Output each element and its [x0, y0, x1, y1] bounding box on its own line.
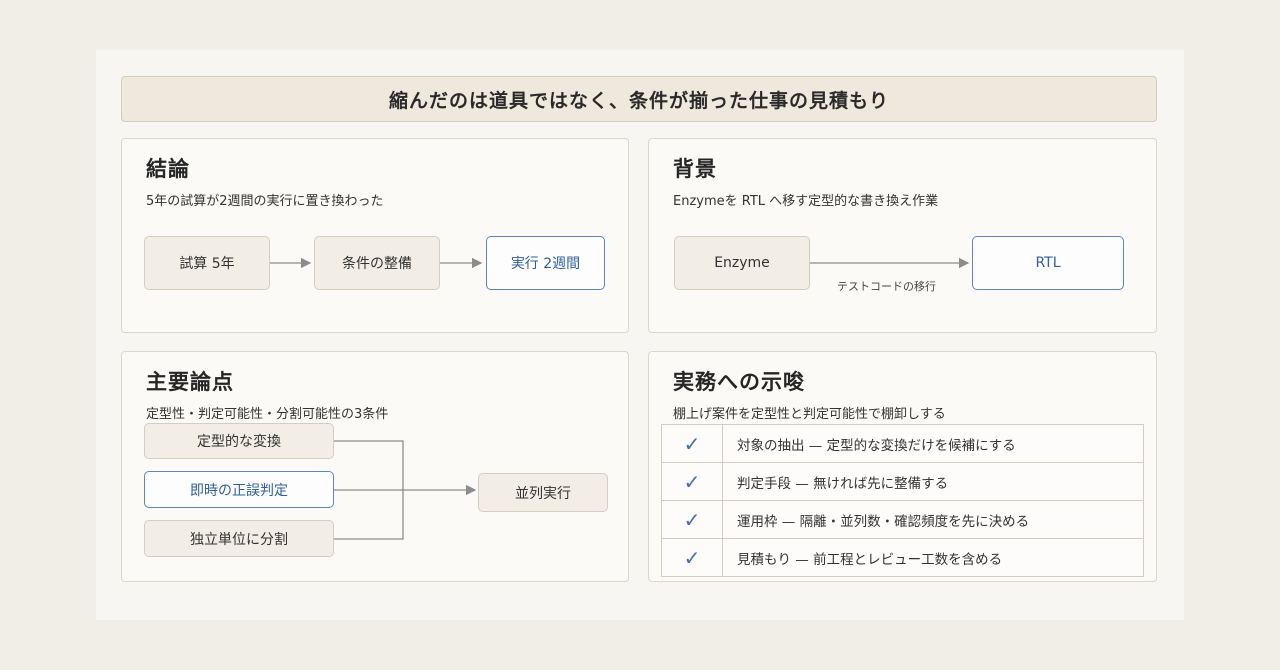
- step-estimate-box: 試算 5年: [144, 236, 270, 290]
- checklist-text: 運用枠 — 隔離・並列数・確認頻度を先に決める: [722, 500, 1144, 539]
- connector-bottom: [334, 490, 404, 540]
- input-split-box: 独立単位に分割: [144, 520, 334, 557]
- implications-subtitle: 棚上げ案件を定型性と判定可能性で棚卸しする: [673, 407, 946, 422]
- checklist-text: 対象の抽出 — 定型的な変換だけを候補にする: [722, 424, 1144, 463]
- input-routine-label: 定型的な変換: [197, 434, 281, 450]
- checklist-row: ✓ 判定手段 — 無ければ先に整備する: [661, 462, 1144, 501]
- input-judgment-label: 即時の正誤判定: [190, 482, 288, 499]
- implications-heading: 実務への示唆: [673, 370, 805, 394]
- implications-panel: 実務への示唆 棚上げ案件を定型性と判定可能性で棚卸しする ✓ 対象の抽出 — 定…: [648, 351, 1157, 582]
- connector-top: [334, 440, 404, 490]
- checklist-text: 見積もり — 前工程とレビュー工数を含める: [722, 538, 1144, 577]
- rtl-box: RTL: [972, 236, 1124, 290]
- implications-checklist: ✓ 対象の抽出 — 定型的な変換だけを候補にする ✓ 判定手段 — 無ければ先に…: [661, 424, 1144, 577]
- checklist-row: ✓ 対象の抽出 — 定型的な変換だけを候補にする: [661, 424, 1144, 463]
- slide-title-text: 縮んだのは道具ではなく、条件が揃った仕事の見積もり: [388, 89, 889, 112]
- checklist-text: 判定手段 — 無ければ先に整備する: [722, 462, 1144, 501]
- check-icon: ✓: [661, 424, 723, 463]
- step-prep-label: 条件の整備: [342, 256, 412, 272]
- key-points-subtitle: 定型性・判定可能性・分割可能性の3条件: [146, 407, 389, 422]
- checklist-row: ✓ 運用枠 — 隔離・並列数・確認頻度を先に決める: [661, 500, 1144, 539]
- input-routine-box: 定型的な変換: [144, 423, 334, 459]
- key-points-heading: 主要論点: [146, 370, 234, 394]
- enzyme-label: Enzyme: [714, 255, 770, 271]
- check-icon: ✓: [661, 538, 723, 577]
- step-prep-box: 条件の整備: [314, 236, 440, 290]
- conclusion-panel: 結論 5年の試算が2週間の実行に置き換わった 試算 5年 条件の整備 実行 2週…: [121, 138, 629, 333]
- check-icon: ✓: [661, 462, 723, 501]
- slide-title: 縮んだのは道具ではなく、条件が揃った仕事の見積もり: [121, 76, 1157, 122]
- parallel-exec-label: 並列実行: [515, 485, 571, 502]
- enzyme-box: Enzyme: [674, 236, 810, 290]
- check-icon: ✓: [661, 500, 723, 539]
- input-judgment-box: 即時の正誤判定: [144, 471, 334, 508]
- conclusion-heading: 結論: [146, 157, 190, 181]
- parallel-exec-box: 並列実行: [478, 473, 608, 512]
- step-execution-box: 実行 2週間: [486, 236, 605, 290]
- checklist-row: ✓ 見積もり — 前工程とレビュー工数を含める: [661, 538, 1144, 577]
- step-estimate-label: 試算 5年: [179, 256, 235, 272]
- background-heading: 背景: [673, 157, 717, 181]
- background-subtitle: Enzymeを RTL へ移す定型的な書き換え作業: [673, 194, 939, 209]
- key-points-panel: 主要論点 定型性・判定可能性・分割可能性の3条件 定型的な変換 即時の正誤判定 …: [121, 351, 629, 582]
- input-split-label: 独立単位に分割: [190, 531, 288, 548]
- rtl-label: RTL: [1035, 255, 1061, 271]
- background-panel: 背景 Enzymeを RTL へ移す定型的な書き換え作業 Enzyme テストコ…: [648, 138, 1157, 333]
- migration-edge-label: テストコードの移行: [837, 280, 936, 293]
- step-execution-label: 実行 2週間: [510, 256, 581, 272]
- conclusion-subtitle: 5年の試算が2週間の実行に置き換わった: [146, 194, 384, 209]
